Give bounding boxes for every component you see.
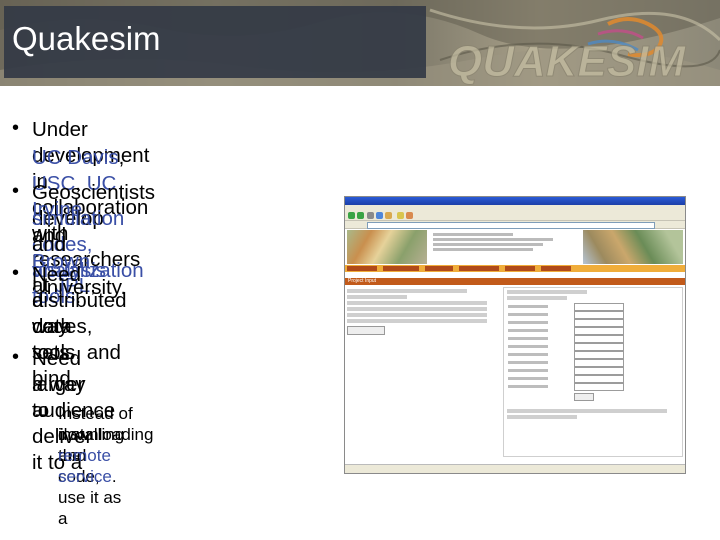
address-bar [345, 221, 685, 229]
sub-bullet-dash: – [36, 404, 46, 423]
back-icon [348, 212, 355, 219]
header-map-right [583, 230, 683, 264]
make-selection-button[interactable] [347, 326, 385, 335]
left-panel [347, 287, 497, 455]
stop-icon [367, 212, 374, 219]
fault-input-form [503, 287, 683, 457]
home-icon [385, 212, 392, 219]
text: , [118, 146, 125, 169]
remote-service-text: remote service [58, 446, 112, 486]
tab[interactable] [425, 266, 453, 271]
bullet-dot: • [12, 262, 20, 284]
uc-davis-text: UC Davis [32, 146, 119, 169]
quakesim-logo: QUAKESIM [448, 17, 687, 86]
logo-wordmark: QUAKESIM [448, 37, 686, 86]
forward-icon [357, 212, 364, 219]
browser-toolbar [345, 211, 685, 221]
page-title: Quakesim [12, 20, 161, 57]
submit-button[interactable] [574, 393, 594, 401]
window-titlebar [345, 197, 685, 205]
search-icon [397, 212, 404, 219]
section-header: Project Input [345, 278, 685, 285]
portal-body [345, 285, 685, 465]
text: . [111, 467, 117, 486]
tab[interactable] [505, 266, 535, 271]
header-map-left [347, 230, 427, 264]
refresh-icon [376, 212, 383, 219]
form-field[interactable] [574, 383, 624, 391]
bullet-dot: • [12, 117, 20, 139]
sub-bullet-line-3: remote service. [58, 445, 117, 487]
text: and [32, 233, 67, 256]
tab[interactable] [383, 266, 419, 271]
tab[interactable] [347, 266, 377, 271]
address-field [367, 222, 655, 229]
portal-screenshot: Project Input [344, 196, 686, 474]
portal-tabs [345, 265, 685, 272]
header-info-text [433, 231, 573, 253]
bullet-dot: • [12, 346, 20, 368]
header-banner: Quakesim QUAKESIM [0, 0, 720, 86]
tab[interactable] [459, 266, 499, 271]
favorites-icon [406, 212, 413, 219]
status-bar [345, 464, 685, 473]
tab[interactable] [541, 266, 571, 271]
bullet-dot: • [12, 180, 20, 202]
portal-header [345, 229, 685, 265]
